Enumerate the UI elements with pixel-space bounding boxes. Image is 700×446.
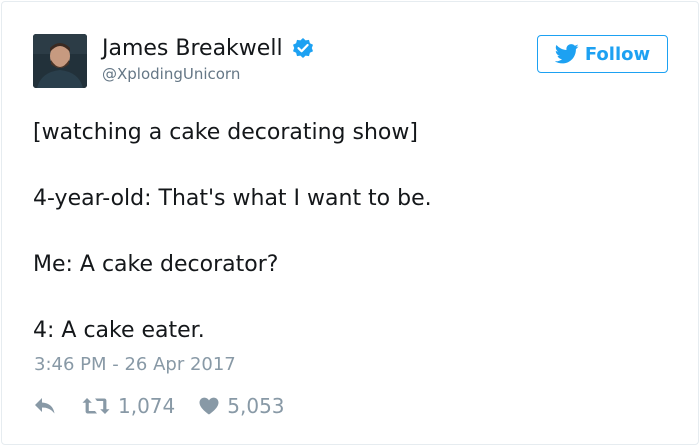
tweet-timestamp[interactable]: 3:46 PM - 26 Apr 2017 [34, 354, 236, 376]
tweet-actions: 1,074 5,053 [34, 392, 285, 420]
author-handle[interactable]: @XplodingUnicorn [102, 65, 240, 83]
retweet-icon [82, 398, 110, 414]
tweet-text-line: 4: A cake eater. [33, 318, 205, 343]
avatar-image [33, 34, 87, 88]
verified-badge-icon [291, 37, 315, 61]
tweet-text-line: [watching a cake decorating show] [33, 120, 418, 145]
avatar[interactable] [33, 34, 87, 88]
like-count: 5,053 [227, 394, 285, 418]
tweet-text-line: Me: A cake decorator? [33, 252, 279, 277]
reply-button[interactable] [34, 397, 56, 415]
twitter-bird-icon [554, 44, 579, 64]
tweet-text-line: 4-year-old: That's what I want to be. [33, 186, 432, 211]
like-button[interactable]: 5,053 [199, 394, 285, 418]
retweet-button[interactable]: 1,074 [82, 394, 175, 418]
retweet-count: 1,074 [118, 394, 176, 418]
reply-icon [35, 398, 55, 414]
author-name[interactable]: James Breakwell [102, 36, 283, 62]
author-name-row[interactable]: James Breakwell [102, 36, 315, 62]
tweet-card: James Breakwell @XplodingUnicorn Follow … [1, 1, 699, 445]
heart-icon [199, 397, 219, 415]
follow-button-label: Follow [584, 43, 651, 65]
follow-button[interactable]: Follow [537, 35, 668, 73]
